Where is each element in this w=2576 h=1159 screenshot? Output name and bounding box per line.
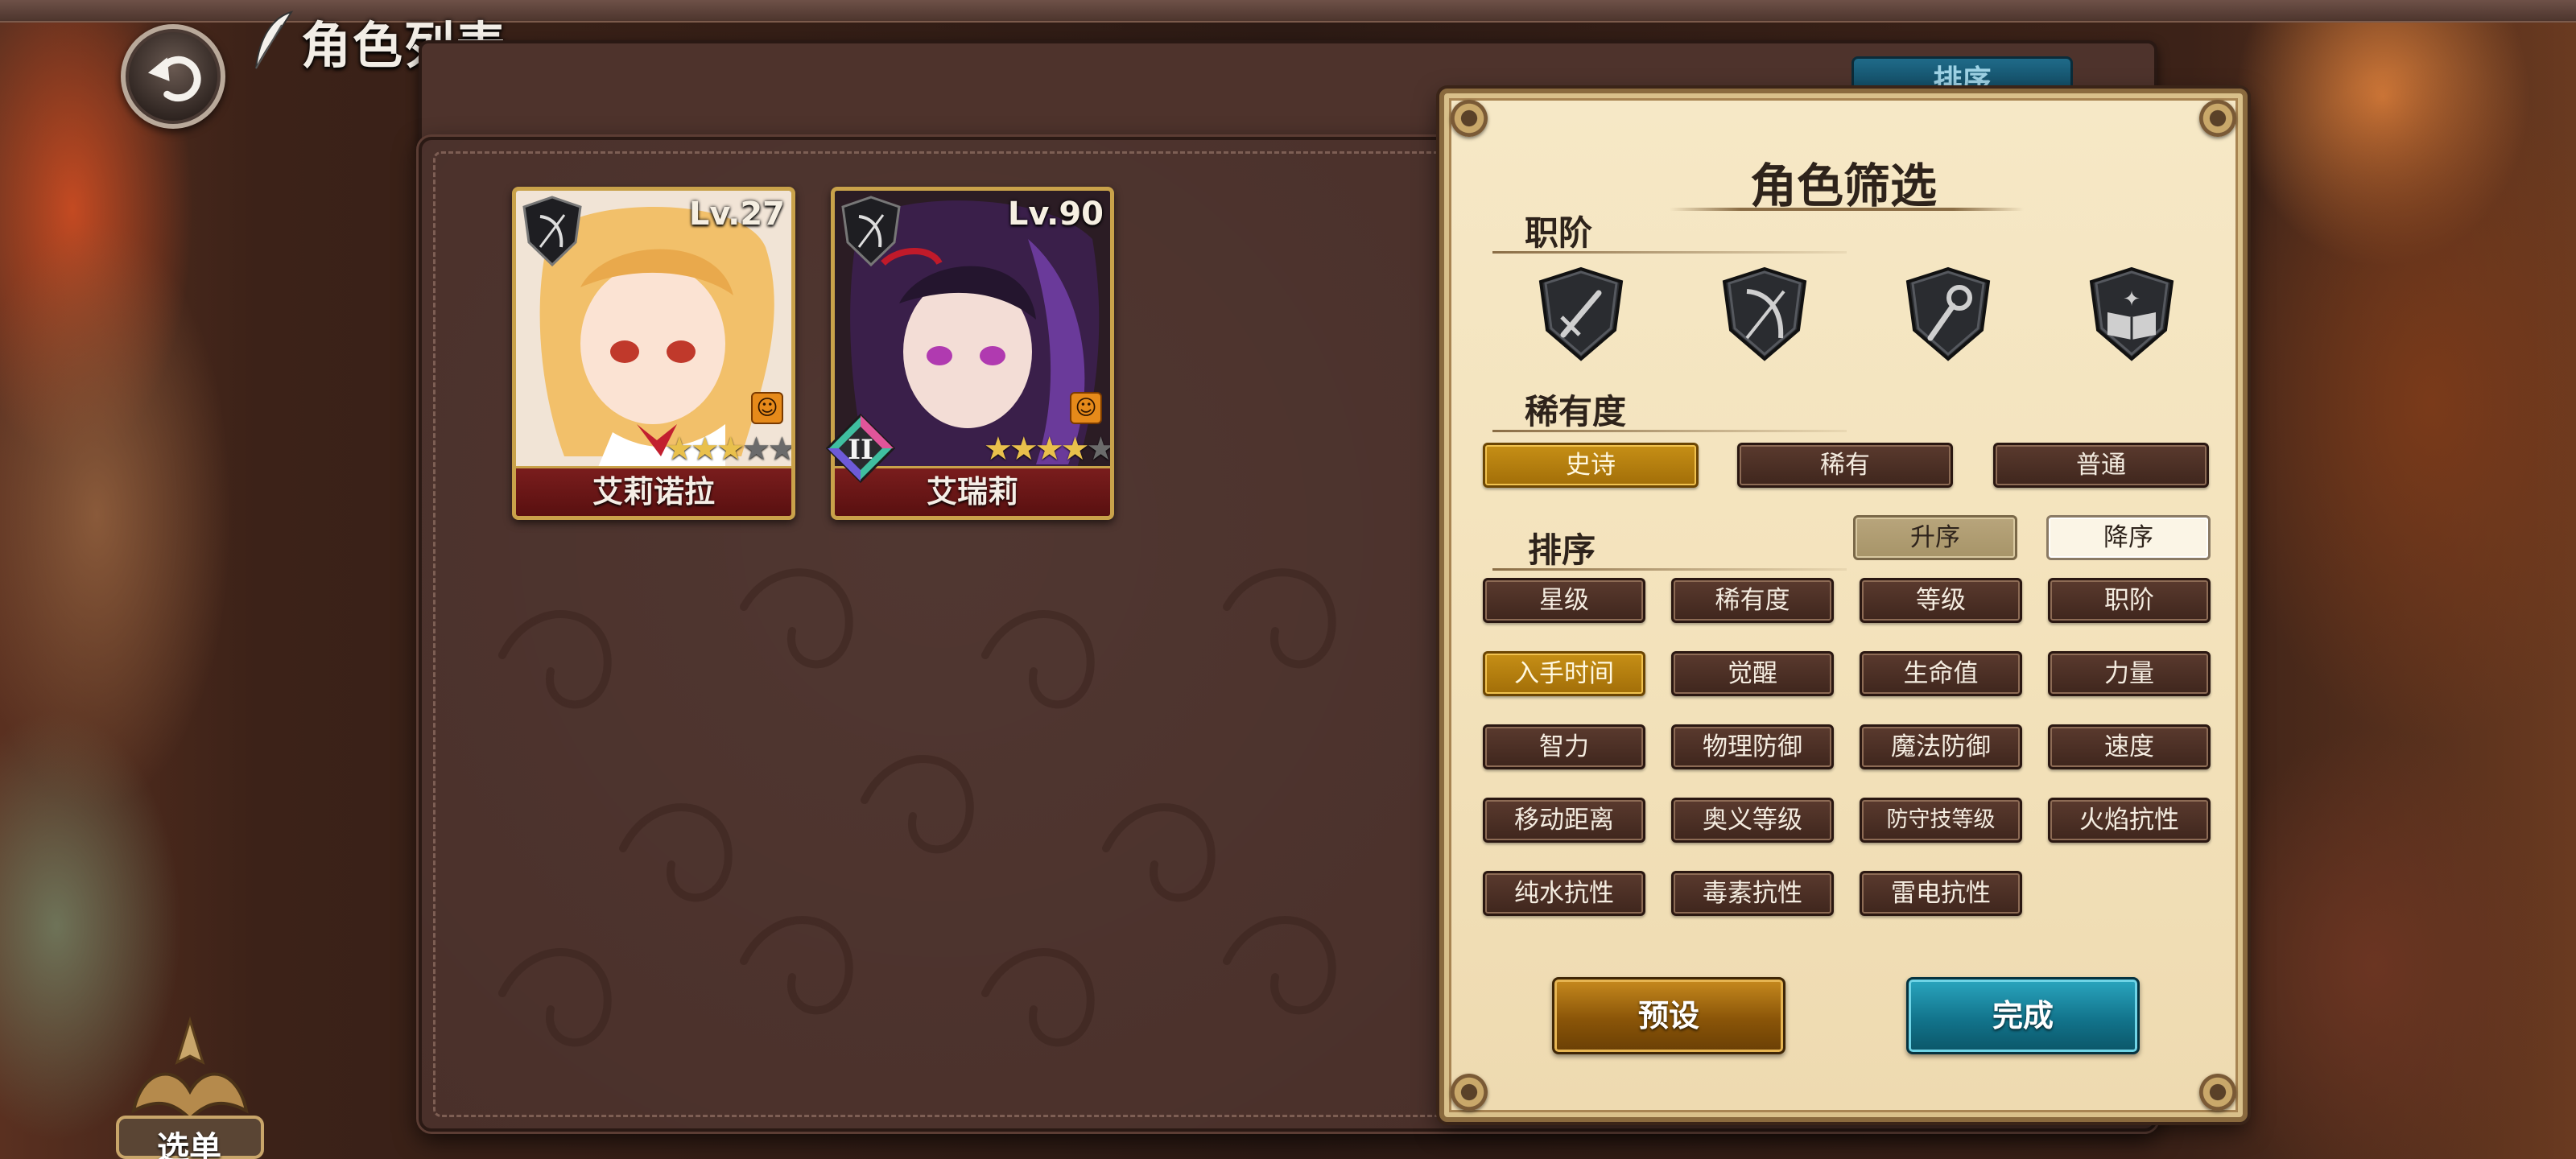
section-divider [1492,251,1847,254]
bow-shield-icon [522,196,582,267]
awaken-rank-gem-icon: II [825,413,896,484]
panel-corner [2199,1074,2236,1111]
class-section-label: 职阶 [1525,213,1593,253]
mood-icon: ☺ [751,392,783,424]
sort-option[interactable]: 等级 [1860,578,2022,623]
bow-shield-icon[interactable] [1718,264,1811,364]
mood-icon: ☺ [1070,392,1102,424]
done-button[interactable]: 完成 [1906,977,2140,1054]
sort-option[interactable]: 星级 [1483,578,1645,623]
sort-option[interactable]: 智力 [1483,724,1645,769]
rarity-option-epic[interactable]: 史诗 [1483,443,1699,488]
sort-option[interactable]: 纯水抗性 [1483,871,1645,916]
star-rating: ★★★★★ [665,431,794,468]
sort-option[interactable]: 奥义等级 [1671,798,1834,843]
sort-option[interactable]: 雷电抗性 [1860,871,2022,916]
panel-corner [1451,1074,1488,1111]
panel-corner [1451,100,1488,137]
awaken-rank-text: II [848,434,873,466]
sort-option[interactable]: 火焰抗性 [2048,798,2211,843]
sort-section-label: 排序 [1528,530,1596,570]
sort-option[interactable]: 力量 [2048,651,2211,696]
sort-option[interactable]: 稀有度 [1671,578,1834,623]
board-pattern [498,568,1336,1047]
sort-option[interactable]: 毒素抗性 [1671,871,1834,916]
sort-option[interactable]: 物理防御 [1671,724,1834,769]
sort-option-selected[interactable]: 入手时间 [1483,651,1645,696]
sort-option[interactable]: 职阶 [2048,578,2211,623]
filter-panel: 角色筛选 职阶 ✦ 稀有度 史诗 稀有 普通 排序 升序 降序 星级 稀有度 等… [1439,89,2248,1122]
character-name: 艾莉诺拉 [516,466,791,516]
sort-option[interactable]: 速度 [2048,724,2211,769]
section-divider [1492,568,1847,571]
sort-order-descending[interactable]: 降序 [2046,515,2211,560]
preset-button[interactable]: 预设 [1552,977,1785,1054]
character-level: Lv.90 [1007,196,1104,233]
rarity-section-label: 稀有度 [1525,392,1627,431]
sword-shield-icon[interactable] [1534,264,1628,364]
sort-option[interactable]: 觉醒 [1671,651,1834,696]
section-divider [1492,430,1847,432]
back-button[interactable] [121,24,225,129]
title-divider [1670,208,2024,211]
sort-option[interactable]: 生命值 [1860,651,2022,696]
back-arrow-icon [147,56,201,102]
book-shield-icon[interactable]: ✦ [2085,264,2178,364]
quill-icon [255,10,294,69]
staff-shield-icon[interactable] [1901,264,1995,364]
menu-label: 选单 [157,1130,221,1159]
rarity-option-common[interactable]: 普通 [1993,443,2209,488]
character-level: Lv.27 [688,196,785,233]
sort-option[interactable]: 魔法防御 [1860,724,2022,769]
svg-text:✦: ✦ [2123,287,2140,311]
panel-corner [2199,100,2236,137]
character-card[interactable]: Lv.27 ☺ ★★★★★ 艾莉诺拉 [512,187,795,520]
sort-option[interactable]: 防守技等级 [1860,798,2022,843]
star-rating: ★★★★★ [984,431,1113,468]
bow-shield-icon [841,196,901,267]
sort-option[interactable]: 移动距离 [1483,798,1645,843]
sort-order-ascending[interactable]: 升序 [1853,515,2017,560]
rarity-option-rare[interactable]: 稀有 [1737,443,1953,488]
